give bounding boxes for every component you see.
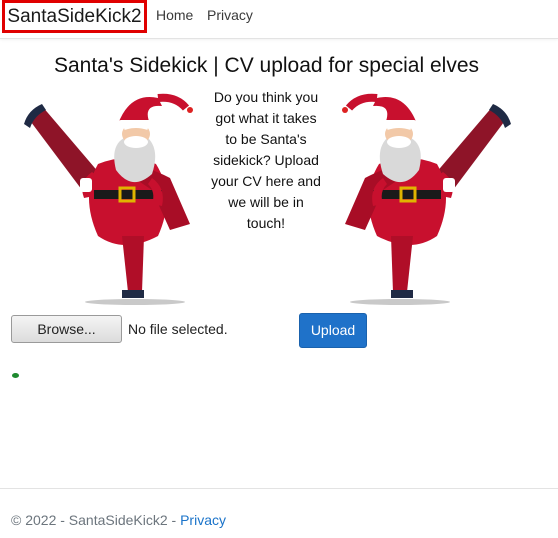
nav-link-home[interactable]: Home (156, 6, 193, 24)
file-status-text: No file selected. (128, 321, 228, 337)
page-title: Santa's Sidekick | CV upload for special… (53, 54, 479, 77)
brand-link[interactable]: SantaSideKick2 (2, 0, 147, 33)
nav-link-privacy[interactable]: Privacy (207, 6, 253, 24)
footer-copyright: © 2022 - SantaSideKick2 - Privacy (11, 512, 226, 528)
footer-copyright-text: © 2022 - SantaSideKick2 - (11, 512, 181, 528)
browse-button[interactable]: Browse... (11, 315, 122, 343)
footer: © 2022 - SantaSideKick2 - Privacy (0, 488, 558, 538)
navbar: SantaSideKick2 Home Privacy (0, 0, 558, 39)
upload-button[interactable]: Upload (299, 313, 367, 348)
footer-privacy-link[interactable]: Privacy (180, 512, 226, 528)
intro-text: Do you think you got what it takes to be… (211, 89, 321, 231)
santa-image-left (24, 93, 193, 305)
status-dot-icon (12, 373, 19, 378)
santa-image-right (342, 93, 511, 305)
